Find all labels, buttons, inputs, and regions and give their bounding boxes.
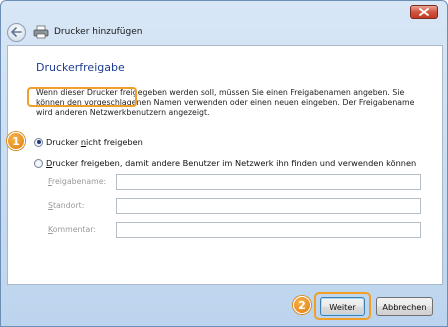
next-button[interactable]: Weiter bbox=[320, 297, 365, 316]
printer-icon bbox=[33, 25, 49, 39]
step-badge-1: 1 bbox=[7, 132, 25, 150]
radio-button-no-share[interactable] bbox=[34, 137, 43, 147]
cancel-button[interactable]: Abbrechen bbox=[376, 297, 433, 316]
share-name-label: Freigabename: bbox=[48, 177, 106, 186]
radio-share-label: Drucker freigeben, damit andere Benutzer… bbox=[46, 158, 416, 168]
comment-label: Kommentar: bbox=[48, 225, 96, 234]
comment-input[interactable] bbox=[116, 222, 421, 238]
step-badge-2: 2 bbox=[293, 296, 311, 314]
label-part: icht freigeben bbox=[86, 137, 143, 147]
label-part: rucker freigeben, damit andere Benutzer … bbox=[52, 158, 417, 168]
window-title: Drucker hinzufügen bbox=[54, 27, 143, 37]
highlight-frame-option-1 bbox=[27, 87, 137, 107]
close-button[interactable] bbox=[410, 5, 438, 19]
label-part: reigabename: bbox=[51, 177, 107, 186]
label-part: ommentar: bbox=[52, 225, 96, 234]
location-label: Standort: bbox=[48, 201, 84, 210]
share-name-input[interactable] bbox=[116, 174, 421, 190]
back-arrow-icon bbox=[11, 27, 22, 37]
header-bar: Drucker hinzufügen bbox=[7, 21, 441, 43]
radio-share[interactable]: Drucker freigeben, damit andere Benutzer… bbox=[34, 158, 416, 168]
location-input[interactable] bbox=[116, 198, 421, 214]
radio-no-share-label: Drucker nicht freigeben bbox=[46, 137, 143, 147]
radio-selected-dot bbox=[36, 140, 41, 144]
radio-no-share[interactable]: Drucker nicht freigeben bbox=[34, 137, 143, 147]
radio-button-share[interactable] bbox=[34, 158, 43, 168]
close-icon bbox=[419, 8, 429, 16]
page-heading: Druckerfreigabe bbox=[36, 61, 125, 74]
back-button[interactable] bbox=[7, 22, 26, 42]
label-part: tandort: bbox=[52, 201, 85, 210]
label-part: Drucker bbox=[46, 137, 81, 147]
